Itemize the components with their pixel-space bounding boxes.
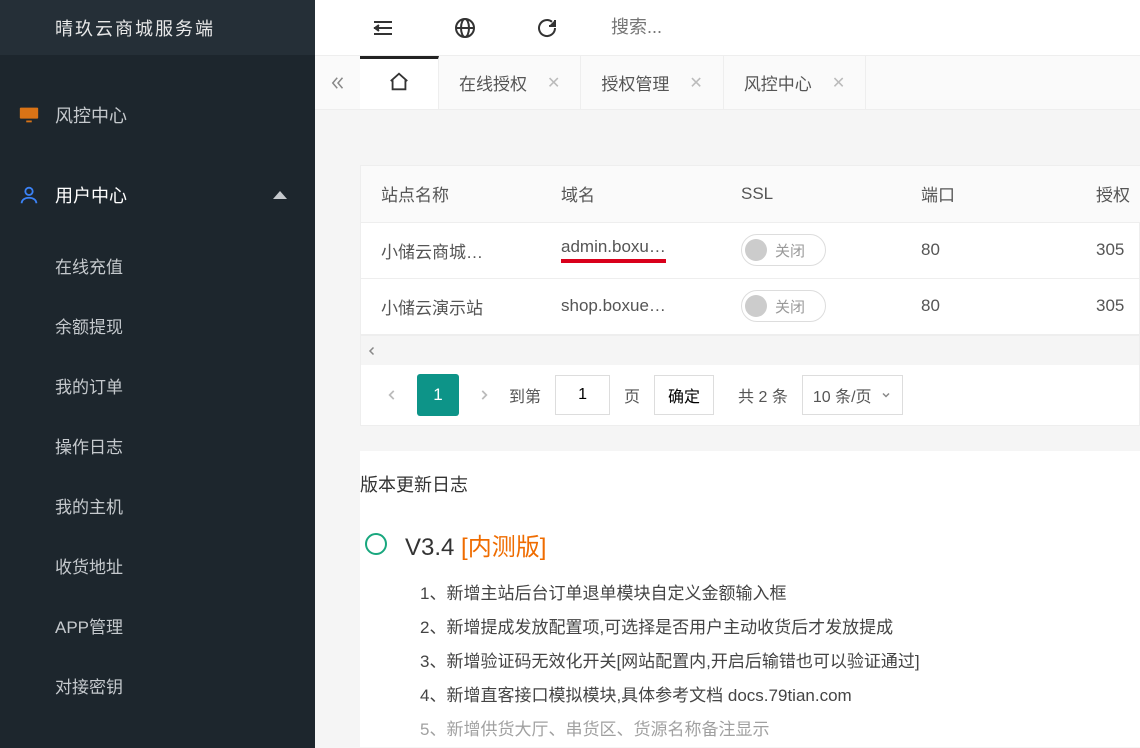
goto-confirm-button[interactable]: 确定 — [654, 375, 714, 415]
tabs-scroll-left[interactable] — [315, 56, 360, 109]
changelog-title: 版本更新日志 — [360, 451, 1140, 522]
main-content: 站点名称 域名 SSL 端口 授权 小储云商城… admin.boxu… 关闭 … — [315, 110, 1140, 748]
col-port: 端口 — [901, 166, 1076, 222]
sidebar-sub-logs[interactable]: 操作日志 — [0, 415, 315, 475]
pagination: 1 到第 页 确定 共 2 条 10 条/页 — [361, 365, 1139, 425]
sidebar: 晴玖云商城服务端 风控中心 用户中心 在线充值 余额提现 我的订单 操作日志 我… — [0, 0, 315, 748]
col-auth: 授权 — [1076, 166, 1140, 222]
cell-port: 80 — [901, 278, 1076, 334]
cell-auth: 305 — [1076, 222, 1140, 278]
globe-icon[interactable] — [447, 10, 482, 45]
sidebar-risk-center[interactable]: 风控中心 — [0, 75, 315, 155]
ssl-toggle[interactable]: 关闭 — [741, 234, 826, 266]
goto-input[interactable] — [555, 375, 610, 415]
changelog-item: 3、新增验证码无效化开关[网站配置内,开启后输错也可以验证通过] — [420, 645, 1140, 679]
collapse-menu-icon[interactable] — [365, 10, 400, 45]
sidebar-label: 用户中心 — [55, 182, 127, 208]
sidebar-sub-address[interactable]: 收货地址 — [0, 535, 315, 595]
changelog-version-row: V3.4 [内测版] — [360, 522, 1140, 577]
sidebar-sub-apikey[interactable]: 对接密钥 — [0, 655, 315, 715]
cell-name: 小储云商城… — [361, 222, 541, 278]
table-row[interactable]: 小储云演示站 shop.boxue… 关闭 80 305 — [361, 278, 1140, 334]
cell-auth: 305 — [1076, 278, 1140, 334]
sidebar-sub-hosts[interactable]: 我的主机 — [0, 475, 315, 535]
cell-port: 80 — [901, 222, 1076, 278]
tab-risk-center[interactable]: 风控中心 ✕ — [724, 56, 866, 109]
tab-label: 在线授权 — [459, 70, 527, 95]
page-prev[interactable] — [381, 384, 403, 406]
changelog-item: 1、新增主站后台订单退单模块自定义金额输入框 — [420, 577, 1140, 611]
changelog-item: 5、新增供货大厅、串货区、货源名称备注显示 — [420, 713, 1140, 747]
tabs-bar: 在线授权 ✕ 授权管理 ✕ 风控中心 ✕ — [315, 55, 1140, 110]
cell-name: 小储云演示站 — [361, 278, 541, 334]
cell-domain: admin.boxu… — [541, 222, 721, 278]
page-unit-label: 页 — [624, 383, 640, 407]
monitor-icon — [18, 104, 40, 126]
close-icon[interactable]: ✕ — [547, 73, 560, 93]
tab-label: 风控中心 — [744, 70, 812, 95]
sidebar-label: 风控中心 — [55, 102, 127, 128]
sidebar-sub-withdraw[interactable]: 余额提现 — [0, 295, 315, 355]
toggle-knob — [745, 239, 767, 261]
topbar — [315, 0, 1140, 55]
h-scrollbar[interactable] — [361, 335, 1139, 365]
cell-ssl: 关闭 — [721, 222, 901, 278]
goto-label: 到第 — [509, 383, 541, 407]
toggle-knob — [745, 295, 767, 317]
sidebar-sub-orders[interactable]: 我的订单 — [0, 355, 315, 415]
page-current[interactable]: 1 — [417, 374, 459, 416]
tab-auth-manage[interactable]: 授权管理 ✕ — [581, 56, 723, 109]
tab-home[interactable] — [360, 56, 439, 109]
changelog-item: 2、新增提成发放配置项,可选择是否用户主动收货后才发放提成 — [420, 611, 1140, 645]
site-table-card: 站点名称 域名 SSL 端口 授权 小储云商城… admin.boxu… 关闭 … — [360, 165, 1140, 426]
ssl-toggle[interactable]: 关闭 — [741, 290, 826, 322]
changelog-item: 4、新增直客接口模拟模块,具体参考文档 docs.79tian.com — [420, 679, 1140, 713]
close-icon[interactable]: ✕ — [689, 73, 702, 93]
tab-label: 授权管理 — [601, 70, 669, 95]
close-icon[interactable]: ✕ — [832, 73, 845, 93]
changelog-card: 版本更新日志 V3.4 [内测版] 1、新增主站后台订单退单模块自定义金额输入框… — [360, 451, 1140, 747]
sidebar-sub-app[interactable]: APP管理 — [0, 595, 315, 655]
cell-ssl: 关闭 — [721, 278, 901, 334]
tab-online-auth[interactable]: 在线授权 ✕ — [439, 56, 581, 109]
chevron-down-icon — [880, 389, 892, 401]
sidebar-sub-recharge[interactable]: 在线充值 — [0, 235, 315, 295]
page-next[interactable] — [473, 384, 495, 406]
chevron-left-icon[interactable] — [363, 342, 381, 360]
per-page-select[interactable]: 10 条/页 — [802, 375, 903, 415]
table-row[interactable]: 小储云商城… admin.boxu… 关闭 80 305 — [361, 222, 1140, 278]
cell-domain: shop.boxue… — [541, 278, 721, 334]
site-table: 站点名称 域名 SSL 端口 授权 小储云商城… admin.boxu… 关闭 … — [361, 166, 1140, 335]
col-ssl: SSL — [721, 166, 901, 222]
circle-icon — [365, 533, 387, 555]
sidebar-user-center[interactable]: 用户中心 — [0, 155, 315, 235]
total-label: 共 2 条 — [738, 383, 788, 407]
user-icon — [18, 184, 40, 206]
brand-title: 晴玖云商城服务端 — [0, 0, 315, 55]
home-icon — [388, 71, 410, 98]
search-input[interactable] — [611, 17, 1140, 38]
refresh-icon[interactable] — [529, 10, 564, 45]
chevron-up-icon — [273, 191, 287, 199]
col-site-name: 站点名称 — [361, 166, 541, 222]
version-label: V3.4 [内测版] — [405, 527, 546, 562]
col-domain: 域名 — [541, 166, 721, 222]
changelog-list: 1、新增主站后台订单退单模块自定义金额输入框 2、新增提成发放配置项,可选择是否… — [360, 577, 1140, 747]
